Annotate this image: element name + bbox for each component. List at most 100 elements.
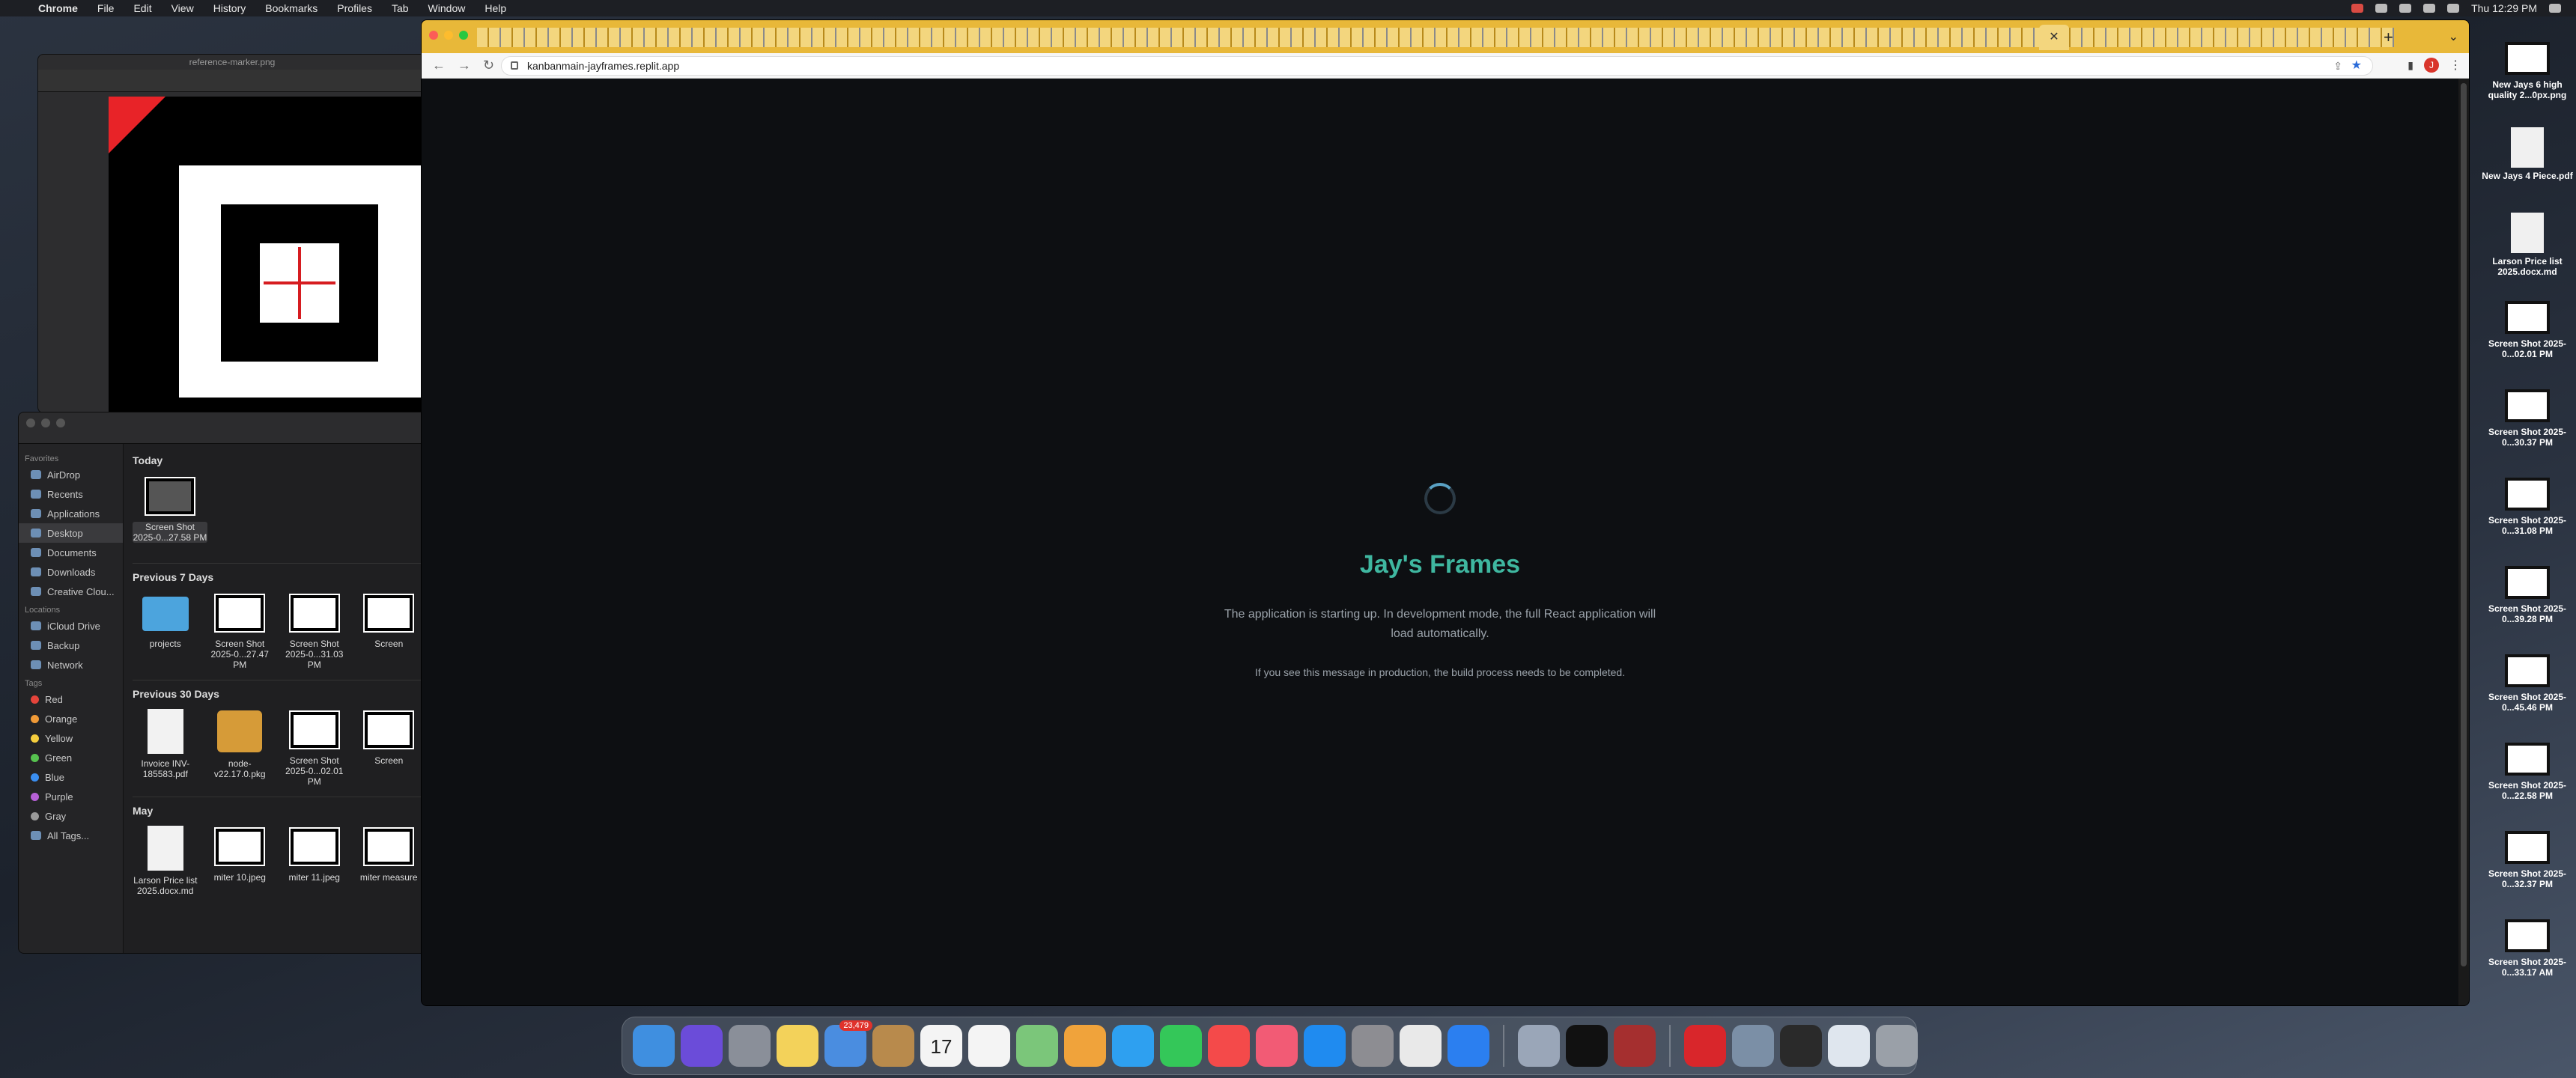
notes-icon[interactable] xyxy=(777,1025,818,1067)
share-icon[interactable]: ⇪ xyxy=(2333,57,2342,75)
file-item[interactable]: node-v22.17.0.pkg xyxy=(207,707,273,797)
file-item[interactable]: Screen Shot 2025-0...31.03 PM xyxy=(282,591,347,680)
sidebar-tag-red[interactable]: Red xyxy=(19,689,123,709)
desktop-file-icon[interactable]: Screen Shot 2025-0...30.37 PM xyxy=(2479,389,2576,473)
sidebar-item-all-tags[interactable]: All Tags... xyxy=(19,826,123,845)
battery-icon[interactable] xyxy=(2399,4,2412,13)
new-tab-button[interactable]: + xyxy=(2384,28,2393,47)
address-bar[interactable]: kanbanmain-jayframes.replit.app ⇪ ★ xyxy=(501,56,2373,76)
sidebar-item-icloud[interactable]: iCloud Drive xyxy=(19,616,123,636)
menu-window[interactable]: Window xyxy=(428,2,466,14)
spotlight-icon[interactable] xyxy=(2549,4,2561,13)
sidebar-tag-green[interactable]: Green xyxy=(19,748,123,767)
file-item[interactable]: Larson Price list 2025.docx.md xyxy=(133,824,198,914)
file-item[interactable]: Screen xyxy=(356,591,422,680)
sidebar-item-network[interactable]: Network xyxy=(19,655,123,674)
file-item[interactable]: miter 11.jpeg xyxy=(282,824,347,914)
sidebar-tag-orange[interactable]: Orange xyxy=(19,709,123,728)
tab-search-chevron-icon[interactable]: ⌄ xyxy=(2449,29,2458,44)
calendar-icon[interactable]: 17 xyxy=(920,1025,962,1067)
zoom-button[interactable] xyxy=(56,418,65,427)
minimize-button[interactable] xyxy=(444,31,453,40)
menu-tab[interactable]: Tab xyxy=(392,2,409,14)
sidebar-item-recents[interactable]: Recents xyxy=(19,484,123,504)
maps-icon[interactable] xyxy=(1016,1025,1058,1067)
back-button[interactable]: ← xyxy=(432,58,447,73)
siri-icon[interactable] xyxy=(681,1025,723,1067)
menu-bookmarks[interactable]: Bookmarks xyxy=(265,2,318,14)
creative-cloud-icon[interactable] xyxy=(1684,1025,1726,1067)
preview-icon[interactable] xyxy=(1518,1025,1560,1067)
stack-icon[interactable] xyxy=(1732,1025,1774,1067)
menu-dots-icon[interactable]: ⋮ xyxy=(2449,58,2461,73)
bluetooth-icon[interactable] xyxy=(2375,4,2388,13)
mail-icon[interactable]: 23,479 xyxy=(824,1020,872,1067)
photos-icon[interactable] xyxy=(1064,1025,1106,1067)
sidebar-item-creative-cloud[interactable]: Creative Clou... xyxy=(19,582,123,601)
close-button[interactable] xyxy=(26,418,35,427)
menu-help[interactable]: Help xyxy=(484,2,506,14)
sidebar-item-backup[interactable]: Backup xyxy=(19,636,123,655)
chrome-icon[interactable] xyxy=(1400,1025,1442,1067)
active-tab-close-icon[interactable]: ✕ xyxy=(2039,25,2069,50)
file-item[interactable]: miter measure xyxy=(356,824,422,914)
dictionary-icon[interactable] xyxy=(1614,1025,1656,1067)
file-item[interactable]: Screen xyxy=(356,707,422,797)
desktop-file-icon[interactable]: Screen Shot 2025-0...32.37 PM xyxy=(2479,831,2576,915)
finder-icon[interactable] xyxy=(633,1025,675,1067)
scrollbar[interactable] xyxy=(2458,79,2469,1005)
sidebar-tag-gray[interactable]: Gray xyxy=(19,806,123,826)
zoom-button[interactable] xyxy=(459,31,468,40)
menu-file[interactable]: File xyxy=(97,2,115,14)
control-center-icon[interactable] xyxy=(2447,4,2460,13)
reload-button[interactable]: ↻ xyxy=(483,58,498,73)
file-item[interactable]: miter 10.jpeg xyxy=(207,824,273,914)
launchpad-icon[interactable] xyxy=(729,1025,771,1067)
desktop-file-icon[interactable]: Screen Shot 2025-0...33.17 AM xyxy=(2479,919,2576,1003)
desktop-file-icon[interactable]: Screen Shot 2025-0...45.46 PM xyxy=(2479,654,2576,738)
safari-icon[interactable] xyxy=(1448,1025,1489,1067)
close-button[interactable] xyxy=(429,31,438,40)
sidebar-item-airdrop[interactable]: AirDrop xyxy=(19,465,123,484)
facetime-icon[interactable] xyxy=(1160,1025,1202,1067)
file-item[interactable]: projects xyxy=(133,591,198,680)
adobe-status-icon[interactable] xyxy=(2351,4,2364,13)
menu-edit[interactable]: Edit xyxy=(133,2,151,14)
tab-favicons-row[interactable] xyxy=(477,28,2394,47)
desktop-file-icon[interactable]: New Jays 4 Piece.pdf xyxy=(2479,127,2576,211)
file-item[interactable]: Screen Shot 2025-0...27.58 PM xyxy=(133,474,207,563)
reminders-icon[interactable] xyxy=(968,1025,1010,1067)
sidebar-tag-purple[interactable]: Purple xyxy=(19,787,123,806)
sidebar-item-desktop[interactable]: Desktop xyxy=(19,523,123,543)
desktop-file-icon[interactable]: New Jays 6 high quality 2...0px.png xyxy=(2479,42,2576,126)
profile-avatar[interactable]: J xyxy=(2424,58,2439,73)
sidepanel-icon[interactable]: ▮ xyxy=(2408,59,2414,72)
appstore-icon[interactable] xyxy=(1304,1025,1346,1067)
menu-app-name[interactable]: Chrome xyxy=(38,2,78,14)
messages-icon[interactable] xyxy=(1112,1025,1154,1067)
file-item[interactable]: Invoice INV-185583.pdf xyxy=(133,707,198,797)
minimize-button[interactable] xyxy=(41,418,50,427)
desktop-file-icon[interactable]: Screen Shot 2025-0...31.08 PM xyxy=(2479,478,2576,561)
menu-history[interactable]: History xyxy=(213,2,246,14)
stack2-icon[interactable] xyxy=(1780,1025,1822,1067)
desktop-file-icon[interactable]: Larson Price list 2025.docx.md xyxy=(2479,213,2576,296)
wifi-icon[interactable] xyxy=(2423,4,2436,13)
settings-icon[interactable] xyxy=(1352,1025,1394,1067)
menu-clock[interactable]: Thu 12:29 PM xyxy=(2471,2,2537,14)
file-item[interactable]: Screen Shot 2025-0...27.47 PM xyxy=(207,591,273,680)
music-icon[interactable] xyxy=(1256,1025,1298,1067)
news-icon[interactable] xyxy=(1208,1025,1250,1067)
bookmark-star-icon[interactable]: ★ xyxy=(2351,57,2362,75)
lock-icon[interactable] xyxy=(511,61,518,70)
menu-view[interactable]: View xyxy=(171,2,194,14)
sidebar-item-downloads[interactable]: Downloads xyxy=(19,562,123,582)
forward-button[interactable]: → xyxy=(458,58,473,73)
trash-icon[interactable] xyxy=(1876,1025,1918,1067)
terminal-icon[interactable] xyxy=(1566,1025,1608,1067)
contacts-icon[interactable] xyxy=(872,1025,914,1067)
desktop-file-icon[interactable]: Screen Shot 2025-0...22.58 PM xyxy=(2479,743,2576,826)
menu-profiles[interactable]: Profiles xyxy=(337,2,372,14)
sidebar-tag-blue[interactable]: Blue xyxy=(19,767,123,787)
scrollbar-thumb[interactable] xyxy=(2461,83,2467,966)
